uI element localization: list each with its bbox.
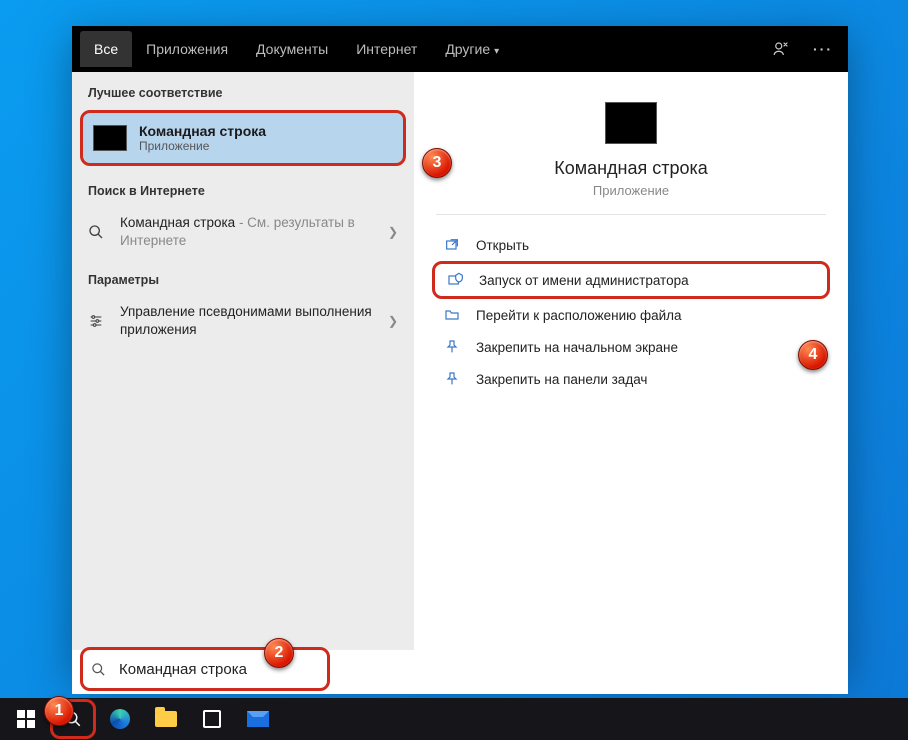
best-match-title: Командная строка [139,123,266,139]
action-pin-taskbar[interactable]: Закрепить на панели задач [432,363,830,395]
chevron-down-icon: ▾ [494,46,499,57]
result-best-match[interactable]: Командная строка Приложение [80,110,406,166]
settings-list-icon [88,313,108,329]
feedback-icon[interactable] [772,40,806,58]
results-list: Лучшее соответствие Командная строка При… [72,72,414,676]
start-button[interactable] [4,698,48,740]
result-web-text: Командная строка - См. результаты в Инте… [120,214,376,249]
tab-all[interactable]: Все [80,31,132,67]
pin-icon [444,371,462,387]
section-settings: Параметры [72,259,414,293]
search-panel: Все Приложения Документы Интернет Другие… [72,26,848,676]
search-tabs: Все Приложения Документы Интернет Другие… [72,26,848,72]
chevron-right-icon: ❯ [388,314,398,328]
action-open-label: Открыть [476,238,529,253]
taskbar-edge[interactable] [98,698,142,740]
folder-icon [444,307,462,323]
cmd-icon [605,102,657,144]
tab-documents[interactable]: Документы [242,31,342,67]
action-pin-taskbar-label: Закрепить на панели задач [476,372,647,387]
taskbar-mail[interactable] [236,698,280,740]
action-run-admin-label: Запуск от имени администратора [479,273,689,288]
preview-subtitle: Приложение [436,183,826,198]
cmd-icon [93,125,127,151]
action-pin-start-label: Закрепить на начальном экране [476,340,678,355]
shield-icon [447,272,465,288]
preview-pane: Командная строка Приложение Открыть Запу… [414,72,848,676]
section-best-match: Лучшее соответствие [72,72,414,106]
section-web: Поиск в Интернете [72,170,414,204]
open-icon [444,237,462,253]
edge-icon [110,709,130,729]
chevron-right-icon: ❯ [388,225,398,239]
annotation-badge-3: 3 [422,148,452,178]
search-strip [72,650,848,694]
search-icon [88,224,108,240]
result-settings-alias[interactable]: Управление псевдонимами выполнения прило… [72,293,414,348]
store-icon [203,710,221,728]
tab-other[interactable]: Другие ▾ [431,31,513,67]
search-icon [91,662,109,677]
more-icon[interactable]: ··· [806,41,840,57]
taskbar-explorer[interactable] [144,698,188,740]
tab-web[interactable]: Интернет [342,31,431,67]
result-settings-text: Управление псевдонимами выполнения прило… [120,303,376,338]
result-web-search[interactable]: Командная строка - См. результаты в Инте… [72,204,414,259]
annotation-badge-2: 2 [264,638,294,668]
preview-title: Командная строка [436,158,826,179]
taskbar [0,698,908,740]
tab-other-label: Другие [445,41,490,57]
annotation-badge-4: 4 [798,340,828,370]
pin-icon [444,339,462,355]
web-result-term: Командная строка [120,215,235,230]
folder-icon [155,711,177,727]
taskbar-store[interactable] [190,698,234,740]
action-file-location[interactable]: Перейти к расположению файла [432,299,830,331]
best-match-subtitle: Приложение [139,139,266,153]
action-file-location-label: Перейти к расположению файла [476,308,682,323]
mail-icon [247,711,269,727]
annotation-badge-1: 1 [44,696,74,726]
windows-logo-icon [17,710,35,728]
action-pin-start[interactable]: Закрепить на начальном экране [432,331,830,363]
action-open[interactable]: Открыть [432,229,830,261]
tab-apps[interactable]: Приложения [132,31,242,67]
action-run-as-admin[interactable]: Запуск от имени администратора [432,261,830,299]
